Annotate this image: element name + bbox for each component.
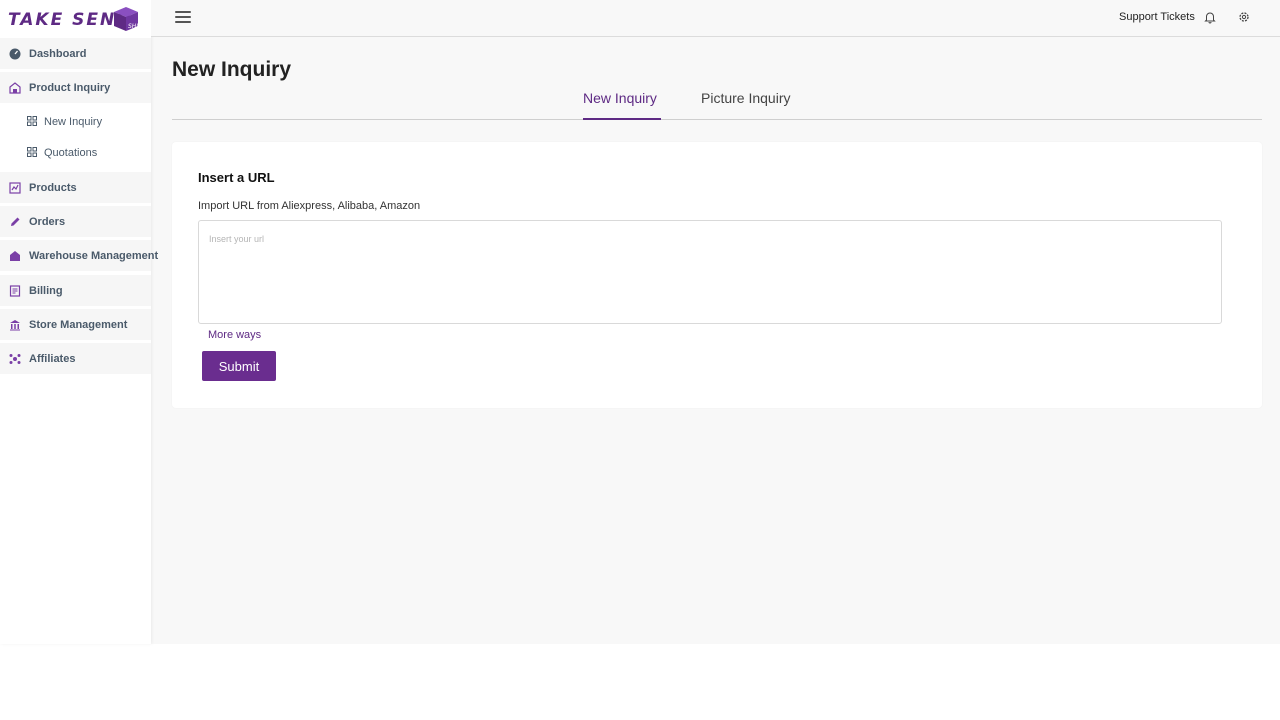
- sidebar-item-label: Affiliates: [29, 352, 76, 365]
- sidebar-item-label: Product Inquiry: [29, 81, 111, 94]
- sidebar-item-products[interactable]: Products: [0, 172, 151, 203]
- pencil-icon: [9, 216, 21, 228]
- sidebar-item-label: Dashboard: [29, 47, 87, 60]
- page-title: New Inquiry: [172, 58, 292, 81]
- sidebar-item-store-management[interactable]: Store Management: [0, 309, 151, 340]
- sidebar-item-warehouse[interactable]: Warehouse Management: [0, 240, 158, 271]
- more-ways-link[interactable]: More ways: [208, 329, 261, 341]
- submit-button[interactable]: Submit: [202, 351, 276, 381]
- affiliates-icon: [9, 353, 21, 365]
- sidebar-item-billing[interactable]: Billing: [0, 275, 151, 306]
- bell-icon[interactable]: [1203, 10, 1217, 24]
- sidebar-item-label: Store Management: [29, 318, 128, 331]
- sidebar-item-dashboard[interactable]: Dashboard: [0, 38, 151, 69]
- card-title: Insert a URL: [198, 170, 275, 185]
- grid-icon: [27, 144, 37, 162]
- sidebar-subitem-quotations[interactable]: Quotations: [0, 139, 151, 167]
- logo-box-icon: SHIP: [114, 7, 142, 31]
- products-icon: [9, 181, 21, 194]
- app-shell: TAKE SEND SHIP Dashboard Product Inquiry: [0, 0, 1280, 644]
- inquiry-icon: [9, 81, 21, 94]
- sidebar-subitem-label: New Inquiry: [44, 116, 103, 128]
- support-tickets-link[interactable]: Support Tickets: [1119, 11, 1195, 23]
- dashboard-icon: [9, 48, 21, 60]
- sidebar-subitem-new-inquiry[interactable]: New Inquiry: [0, 108, 151, 136]
- sidebar-item-label: Orders: [29, 215, 66, 228]
- logo-badge: SHIP: [128, 23, 142, 30]
- sidebar-item-label: Products: [29, 181, 77, 194]
- card-help-text: Import URL from Aliexpress, Alibaba, Ama…: [198, 200, 421, 212]
- sidebar: TAKE SEND SHIP Dashboard Product Inquiry: [0, 0, 158, 644]
- brand-logo[interactable]: TAKE SEND SHIP: [8, 4, 144, 36]
- top-bar: Support Tickets: [151, 0, 1280, 37]
- sidebar-subitem-label: Quotations: [44, 147, 98, 159]
- gear-icon[interactable]: [1237, 10, 1251, 24]
- sidebar-item-orders[interactable]: Orders: [0, 206, 151, 237]
- tab-picture-inquiry[interactable]: Picture Inquiry: [701, 90, 790, 120]
- tab-new-inquiry[interactable]: New Inquiry: [583, 90, 661, 120]
- warehouse-icon: [9, 250, 21, 262]
- sidebar-item-label: Warehouse Management: [29, 249, 159, 262]
- url-input[interactable]: [198, 220, 1222, 324]
- store-icon: [9, 319, 21, 331]
- grid-icon: [27, 113, 37, 131]
- sidebar-item-label: Billing: [29, 284, 63, 297]
- url-inquiry-card: Insert a URL Import URL from Aliexpress,…: [172, 142, 1262, 408]
- inquiry-tabs: New Inquiry Picture Inquiry: [172, 88, 1262, 120]
- sidebar-item-affiliates[interactable]: Affiliates: [0, 343, 151, 374]
- sidebar-item-product-inquiry[interactable]: Product Inquiry: [0, 72, 151, 103]
- billing-icon: [9, 284, 21, 297]
- hamburger-menu-icon[interactable]: [175, 11, 191, 25]
